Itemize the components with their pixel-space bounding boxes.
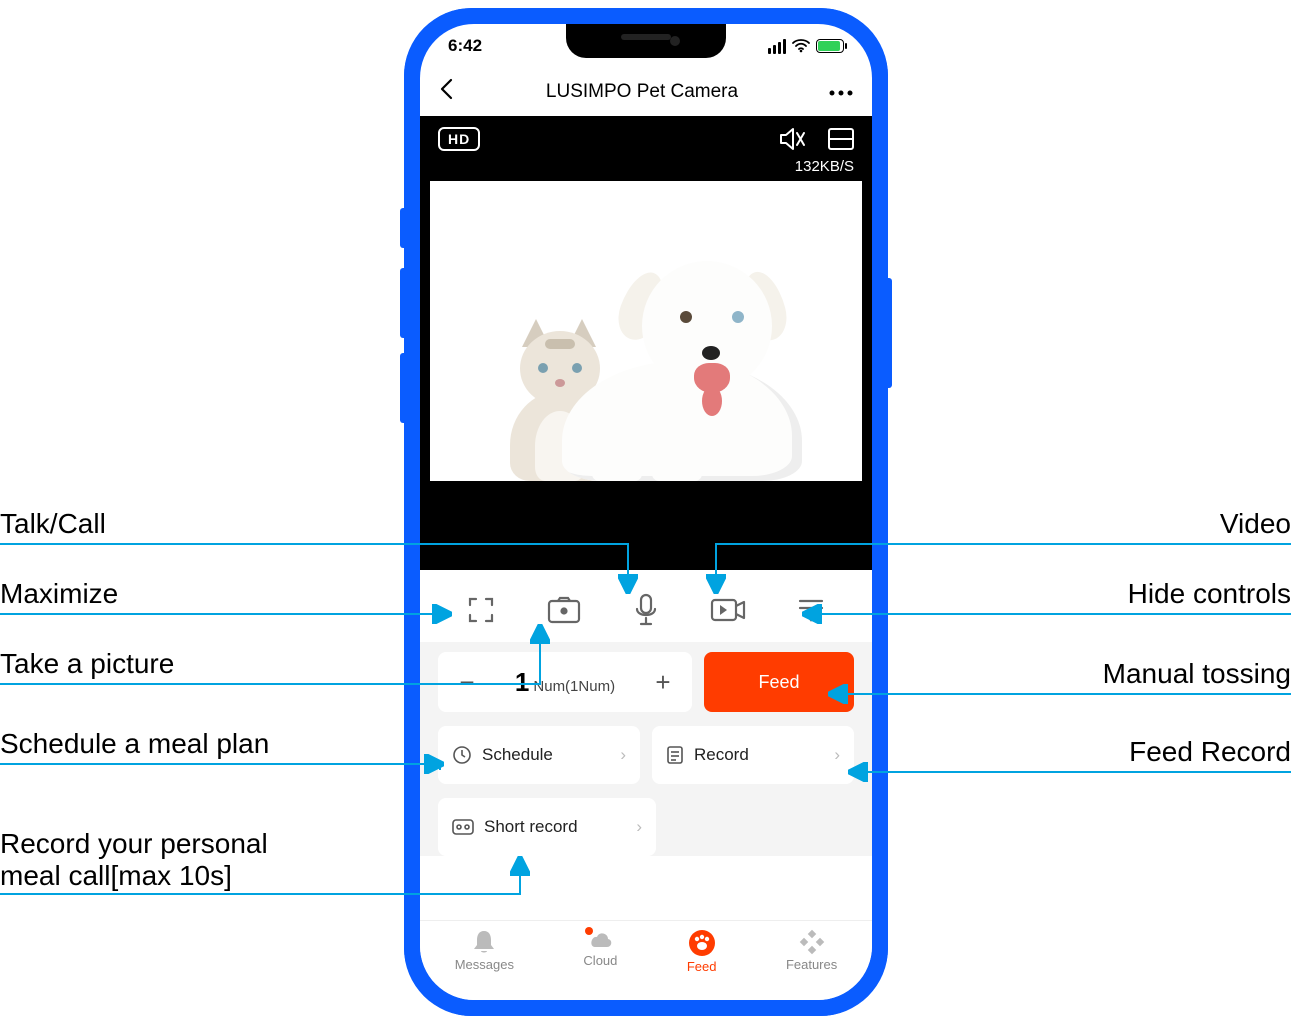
more-button[interactable] <box>828 81 854 103</box>
chevron-right-icon: › <box>636 817 642 837</box>
paw-icon <box>688 929 716 957</box>
page-title: LUSIMPO Pet Camera <box>546 81 738 103</box>
tab-feed[interactable]: Feed <box>687 929 717 974</box>
dog-illustration <box>562 251 802 481</box>
document-icon <box>666 745 684 765</box>
controls-row <box>420 570 872 642</box>
chevron-right-icon: › <box>620 745 626 765</box>
callout-talk: Talk/Call <box>0 508 106 540</box>
quantity-value: 1 <box>515 667 529 698</box>
callout-schedule: Schedule a meal plan <box>0 728 269 760</box>
mute-icon[interactable] <box>778 126 806 152</box>
cassette-icon <box>452 819 474 835</box>
tab-label: Feed <box>687 959 717 974</box>
battery-icon <box>816 39 844 53</box>
phone-notch <box>566 24 726 58</box>
phone-screen: 6:42 LUSIMPO Pet Camera HD <box>420 24 872 1000</box>
bitrate-label: 132KB/S <box>420 152 872 175</box>
feed-button[interactable]: Feed <box>704 652 854 712</box>
tab-features[interactable]: Features <box>786 929 837 972</box>
record-label: Record <box>694 745 749 765</box>
snapshot-button[interactable] <box>542 588 586 632</box>
callout-tossing: Manual tossing <box>1103 658 1291 690</box>
hd-toggle[interactable]: HD <box>438 127 480 151</box>
cellular-signal-icon <box>768 39 786 54</box>
phone-frame: 6:42 LUSIMPO Pet Camera HD <box>404 8 888 1016</box>
quantity-stepper: − 1 Num(1Num) + <box>438 652 692 712</box>
callout-maximize: Maximize <box>0 578 118 610</box>
clock-icon <box>452 745 472 765</box>
tab-label: Cloud <box>583 953 617 968</box>
nav-bar: LUSIMPO Pet Camera <box>420 68 872 116</box>
tab-label: Features <box>786 957 837 972</box>
schedule-card[interactable]: Schedule › <box>438 726 640 784</box>
tab-label: Messages <box>455 957 514 972</box>
callout-short-record: Record your personal meal call[max 10s] <box>0 828 268 892</box>
tab-cloud[interactable]: Cloud <box>583 929 617 968</box>
short-record-label: Short record <box>484 817 578 837</box>
status-time: 6:42 <box>448 36 482 56</box>
video-area: HD 132KB/S <box>420 116 872 570</box>
tab-messages[interactable]: Messages <box>455 929 514 972</box>
phone-power-button <box>886 278 892 388</box>
callout-hide: Hide controls <box>1128 578 1291 610</box>
callout-video: Video <box>1220 508 1291 540</box>
phone-volume-up <box>400 268 406 338</box>
back-button[interactable] <box>438 78 456 106</box>
hide-controls-button[interactable] <box>789 588 833 632</box>
phone-mute-switch <box>400 208 406 248</box>
feed-button-label: Feed <box>758 672 799 693</box>
quantity-unit: Num(1Num) <box>533 678 615 695</box>
decrease-button[interactable]: − <box>452 667 482 698</box>
maximize-button[interactable] <box>459 588 503 632</box>
increase-button[interactable]: + <box>648 667 678 698</box>
video-record-button[interactable] <box>706 588 750 632</box>
callout-picture: Take a picture <box>0 648 174 680</box>
lower-panel: − 1 Num(1Num) + Feed Schedule › <box>420 642 872 856</box>
tab-bar: Messages Cloud Feed Features <box>420 920 872 1000</box>
bell-icon <box>470 929 498 955</box>
schedule-label: Schedule <box>482 745 553 765</box>
layout-icon[interactable] <box>828 128 854 150</box>
record-card[interactable]: Record › <box>652 726 854 784</box>
chevron-right-icon: › <box>834 745 840 765</box>
talk-button[interactable] <box>624 588 668 632</box>
phone-volume-down <box>400 353 406 423</box>
short-record-card[interactable]: Short record › <box>438 798 656 856</box>
callout-feed-record: Feed Record <box>1129 736 1291 768</box>
wifi-icon <box>792 39 810 53</box>
diamond-grid-icon <box>799 929 825 955</box>
live-video-frame[interactable] <box>430 181 862 481</box>
